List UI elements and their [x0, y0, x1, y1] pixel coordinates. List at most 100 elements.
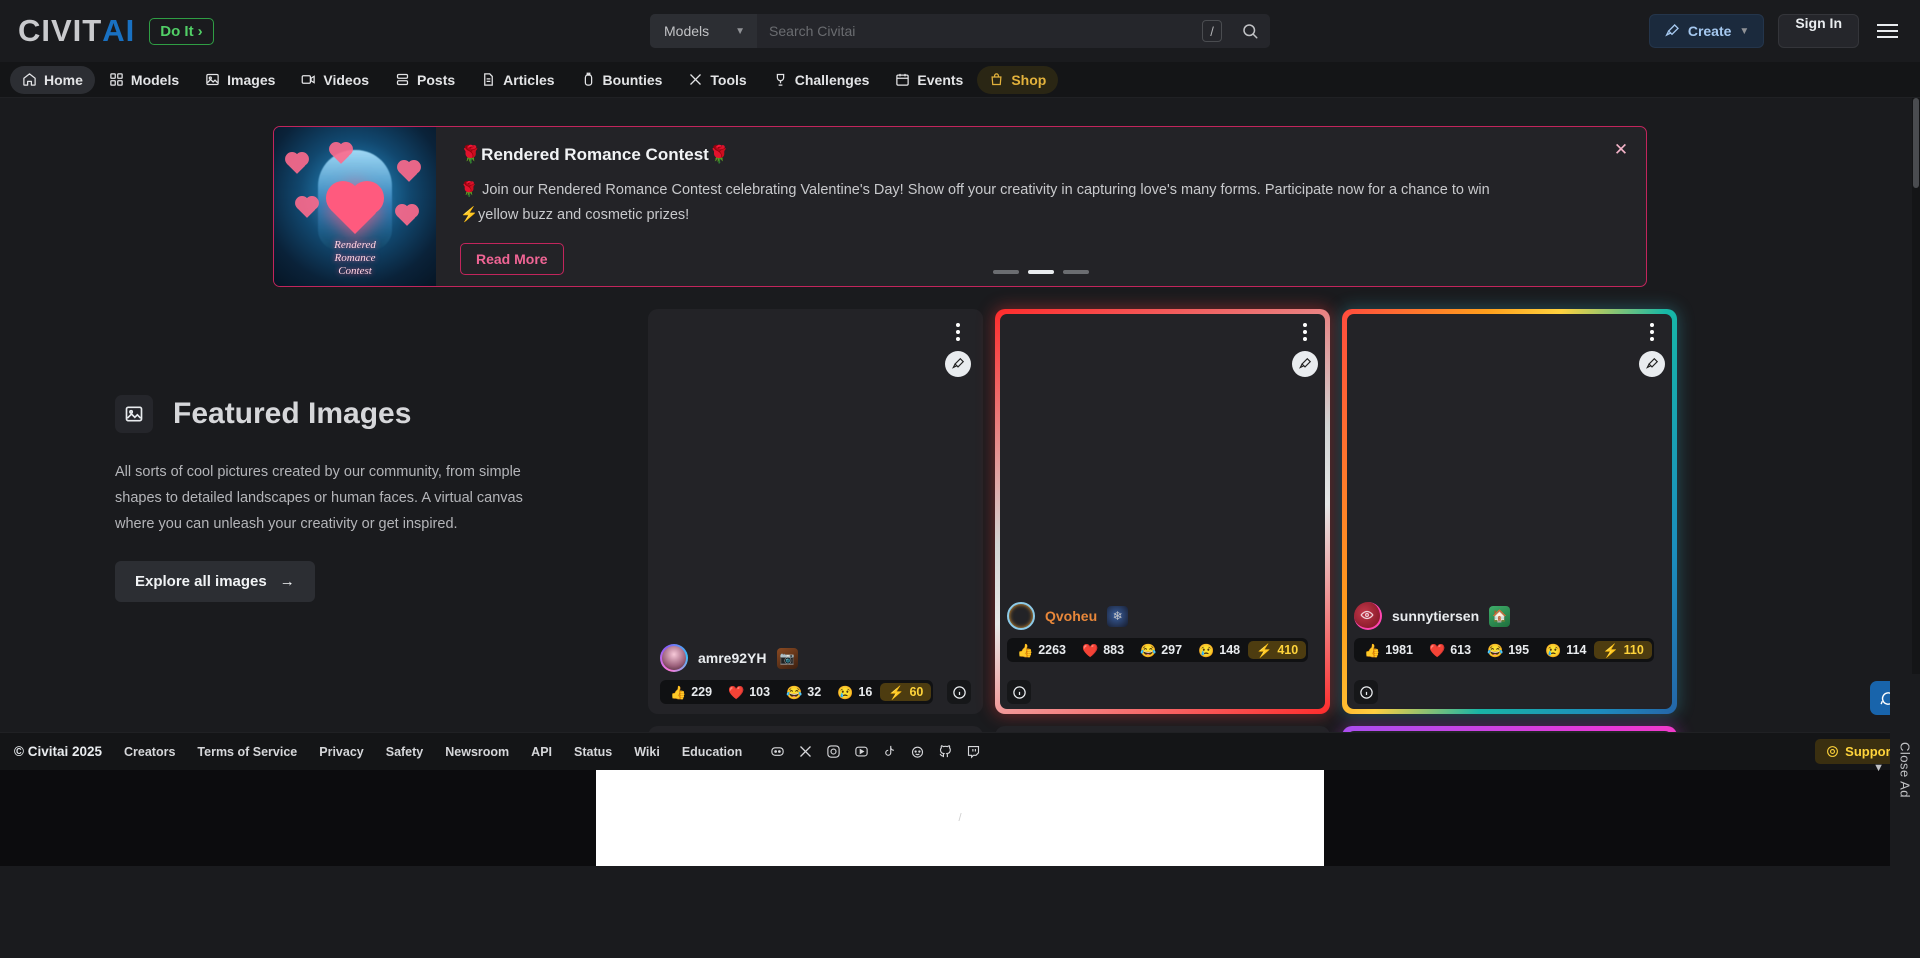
stat-buzz[interactable]: ⚡ 410	[1248, 641, 1307, 659]
stat-heart[interactable]: ❤️ 613	[1421, 641, 1479, 659]
github-icon[interactable]	[938, 744, 953, 759]
nav-label: Images	[227, 71, 276, 88]
footer-link-wiki[interactable]: Wiki	[634, 745, 660, 759]
stat-cry[interactable]: 😢 148	[1190, 641, 1248, 659]
card-username[interactable]: amre92YH	[698, 650, 767, 666]
card-user-row[interactable]: Qvoheu ❄	[1007, 602, 1318, 630]
stat-thumbs-up[interactable]: 👍 229	[662, 683, 720, 701]
stat-laugh[interactable]: 😂 195	[1479, 641, 1537, 659]
sign-in-button[interactable]: Sign In	[1778, 14, 1859, 48]
close-icon[interactable]: ✕	[1610, 139, 1632, 161]
ad-banner[interactable]: /	[596, 770, 1324, 866]
reddit-icon[interactable]	[910, 744, 925, 759]
instagram-icon[interactable]	[826, 744, 841, 759]
footer-link-privacy[interactable]: Privacy	[319, 745, 363, 759]
avatar[interactable]	[1007, 602, 1035, 630]
nav-item-images[interactable]: Images	[193, 66, 287, 94]
create-button[interactable]: Create ▼	[1648, 14, 1765, 48]
discord-icon[interactable]	[770, 744, 785, 759]
slide-dot-1[interactable]	[993, 270, 1019, 274]
nav-item-bounties[interactable]: Bounties	[569, 66, 675, 94]
stat-cry[interactable]: 😢 16	[829, 683, 880, 701]
avatar[interactable]	[1354, 602, 1382, 630]
remix-brush-icon[interactable]	[945, 351, 971, 377]
stat-thumbs-up[interactable]: 👍 1981	[1356, 641, 1421, 659]
image-card[interactable]: sunnytiersen 🏠 👍 1981 ❤️ 613 😂 195 😢 114 ⚡ 11…	[1342, 309, 1677, 714]
search-input[interactable]	[757, 23, 1202, 39]
more-options-icon[interactable]	[1296, 321, 1314, 343]
nav-item-challenges[interactable]: Challenges	[761, 66, 882, 94]
nav-item-shop[interactable]: Shop	[977, 65, 1059, 94]
ad-collapse-caret-icon[interactable]: ▼	[1873, 762, 1884, 774]
nav-item-articles[interactable]: Articles	[469, 66, 566, 94]
banner-body: 🌹Rendered Romance Contest🌹 🌹 Join our Re…	[436, 127, 1646, 286]
article-icon	[481, 72, 496, 87]
stat-heart[interactable]: ❤️ 103	[720, 683, 778, 701]
card-user-row[interactable]: sunnytiersen 🏠	[1354, 602, 1665, 630]
search-icon[interactable]	[1230, 14, 1270, 48]
nav-item-tools[interactable]: Tools	[676, 66, 758, 94]
nav-item-home[interactable]: Home	[10, 65, 95, 94]
twitch-icon[interactable]	[966, 744, 981, 759]
footer-link-status[interactable]: Status	[574, 745, 612, 759]
banner-slide-dots[interactable]	[993, 270, 1089, 274]
footer-link-creators[interactable]: Creators	[124, 745, 175, 759]
banner-thumbnail[interactable]: Rendered Romance Contest	[274, 127, 436, 286]
footer-link-newsroom[interactable]: Newsroom	[445, 745, 509, 759]
scrollbar-thumb[interactable]	[1913, 98, 1919, 188]
heart-icon	[397, 206, 417, 226]
close-ad-button[interactable]: Close Ad	[1890, 674, 1920, 866]
image-icon	[115, 395, 153, 433]
card-stats: 👍 1981 ❤️ 613 😂 195 😢 114 ⚡ 110	[1354, 638, 1654, 662]
hamburger-menu-icon[interactable]	[1873, 20, 1902, 42]
youtube-icon[interactable]	[854, 744, 869, 759]
main-navigation: Home Models Images Videos Posts Articles	[0, 62, 1920, 98]
featured-header: Featured Images	[115, 395, 553, 433]
brand-area: CIVIT AI Do It ›	[18, 13, 214, 49]
stat-cry[interactable]: 😢 114	[1537, 641, 1594, 659]
card-user-row[interactable]: amre92YH 📷	[660, 644, 971, 672]
slide-dot-2[interactable]	[1028, 270, 1054, 274]
info-icon[interactable]	[1354, 680, 1378, 704]
stat-buzz[interactable]: ⚡ 110	[1594, 641, 1652, 659]
read-more-button[interactable]: Read More	[460, 243, 564, 275]
search-shortcut-key: /	[1202, 20, 1222, 42]
civitai-logo[interactable]: CIVIT AI	[18, 13, 135, 49]
do-it-button[interactable]: Do It ›	[149, 17, 214, 45]
stat-thumbs-up[interactable]: 👍 2263	[1009, 641, 1074, 659]
more-options-icon[interactable]	[949, 321, 967, 343]
more-options-icon[interactable]	[1643, 321, 1661, 343]
explore-all-images-button[interactable]: Explore all images →	[115, 561, 315, 602]
stat-laugh[interactable]: 😂 32	[778, 683, 829, 701]
page-scrollbar[interactable]	[1912, 98, 1920, 732]
image-card[interactable]: amre92YH 📷 👍 229 ❤️ 103 😂 32 😢 16 ⚡ 60	[648, 309, 983, 714]
nav-item-models[interactable]: Models	[97, 66, 191, 94]
info-icon[interactable]	[947, 680, 971, 704]
stat-laugh[interactable]: 😂 297	[1132, 641, 1190, 659]
nav-item-videos[interactable]: Videos	[289, 66, 381, 94]
avatar[interactable]	[660, 644, 688, 672]
nav-item-events[interactable]: Events	[883, 66, 975, 94]
stat-buzz[interactable]: ⚡ 60	[880, 683, 932, 701]
nav-item-posts[interactable]: Posts	[383, 66, 467, 94]
remix-brush-icon[interactable]	[1639, 351, 1665, 377]
create-label: Create	[1687, 23, 1732, 39]
image-card[interactable]: Qvoheu ❄ 👍 2263 ❤️ 883 😂 297 😢 148 ⚡ 410	[995, 309, 1330, 714]
nav-label: Videos	[323, 71, 370, 88]
footer-link-education[interactable]: Education	[682, 745, 742, 759]
card-username[interactable]: Qvoheu	[1045, 608, 1097, 624]
footer-link-safety[interactable]: Safety	[386, 745, 424, 759]
calendar-icon	[895, 72, 910, 87]
remix-brush-icon[interactable]	[1292, 351, 1318, 377]
card-username[interactable]: sunnytiersen	[1392, 608, 1479, 624]
footer-link-terms-of-service[interactable]: Terms of Service	[197, 745, 297, 759]
info-icon[interactable]	[1007, 680, 1031, 704]
search-category-select[interactable]: Models ▼	[650, 14, 758, 48]
x-icon[interactable]	[798, 744, 813, 759]
tiktok-icon[interactable]	[882, 744, 897, 759]
slide-dot-3[interactable]	[1063, 270, 1089, 274]
flower-badge-icon: ❄	[1107, 605, 1129, 627]
stat-heart[interactable]: ❤️ 883	[1074, 641, 1132, 659]
footer-link-api[interactable]: API	[531, 745, 552, 759]
ad-placeholder-mark: /	[958, 812, 962, 824]
